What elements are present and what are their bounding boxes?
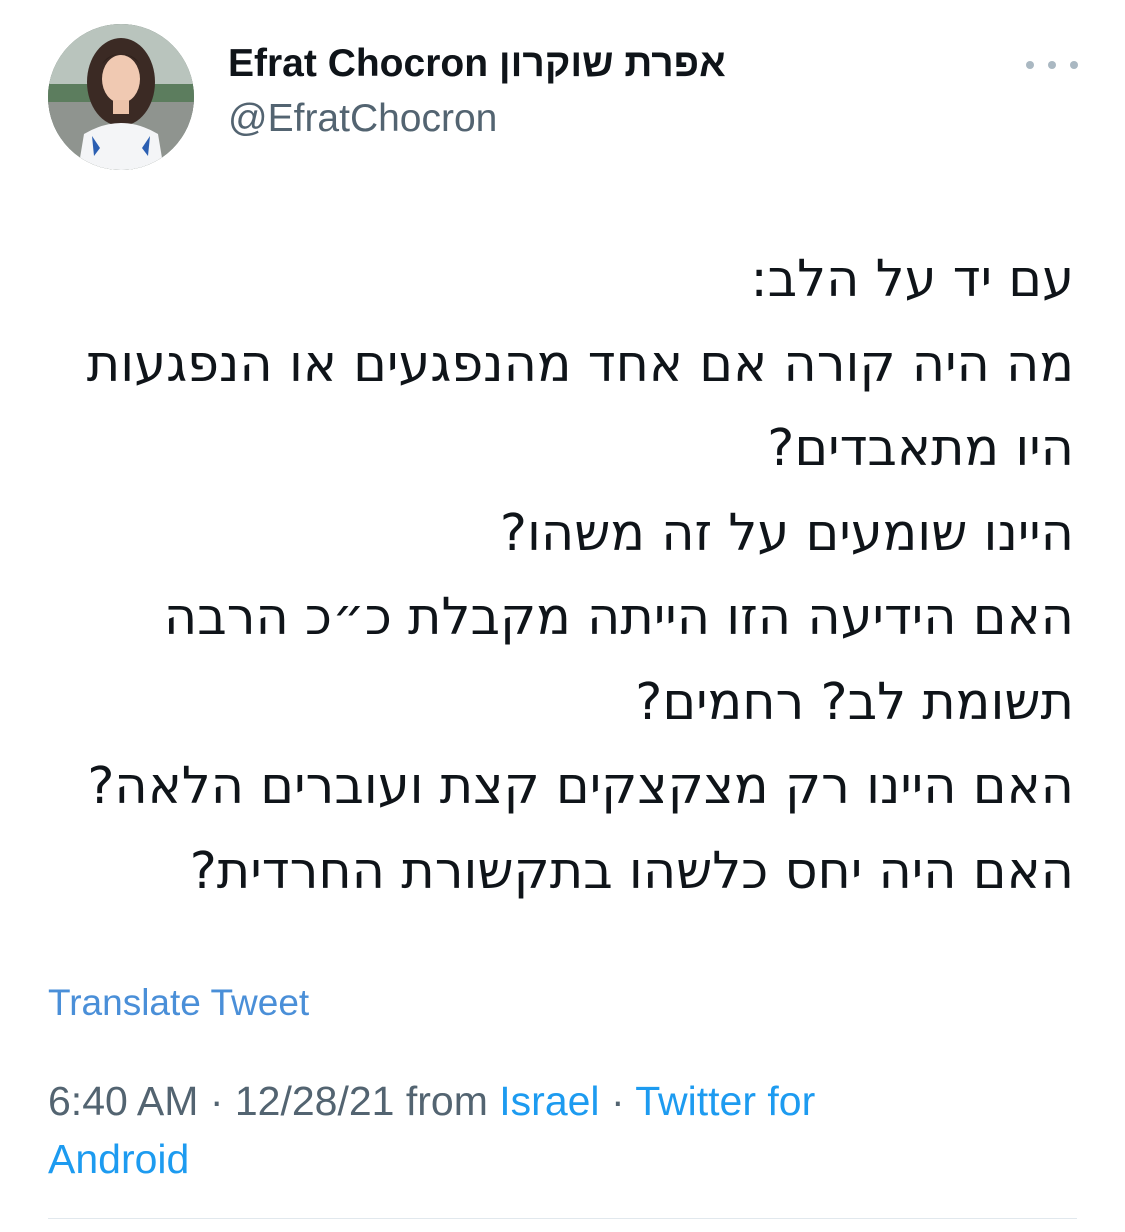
tweet-date[interactable]: 12/28/21 — [235, 1078, 395, 1124]
ellipsis-icon — [1048, 61, 1056, 69]
tweet-time[interactable]: 6:40 AM — [48, 1078, 198, 1124]
meta-separator: · — [599, 1078, 636, 1124]
handle[interactable]: @EfratChocron — [228, 94, 726, 144]
avatar[interactable] — [48, 24, 194, 170]
tweet-metadata: 6:40 AM · 12/28/21 from Israel · Twitter… — [48, 1072, 948, 1188]
from-label: from — [394, 1078, 500, 1124]
location-link[interactable]: Israel — [499, 1078, 599, 1124]
author-block: Efrat Chocron אפרת שוקרון @EfratChocron — [228, 40, 726, 144]
translate-tweet-link[interactable]: Translate Tweet — [48, 980, 309, 1026]
ellipsis-icon — [1026, 61, 1034, 69]
divider — [48, 1218, 1077, 1219]
tweet-header: Efrat Chocron אפרת שוקרון @EfratChocron — [48, 22, 1078, 172]
ellipsis-icon — [1070, 61, 1078, 69]
more-options-button[interactable] — [1026, 50, 1078, 80]
profile-photo — [48, 24, 194, 170]
meta-separator: · — [198, 1078, 235, 1124]
tweet-text: עם יד על הלב: מה היה קורה אם אחד מהנפגעי… — [86, 250, 1074, 901]
display-name[interactable]: Efrat Chocron אפרת שוקרון — [228, 40, 726, 88]
